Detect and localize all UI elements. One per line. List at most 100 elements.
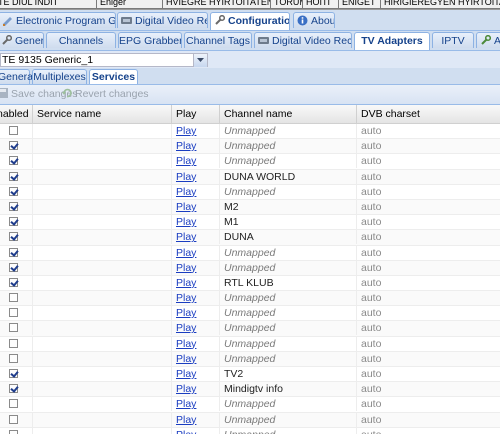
channel-name-cell[interactable]: Unmapped (220, 291, 357, 306)
tab-about[interactable]: About (293, 12, 335, 28)
dvb-charset-cell[interactable]: auto (357, 428, 500, 434)
service-name-cell[interactable] (33, 124, 172, 138)
tab-epg-grabber[interactable]: EPG Grabber (118, 32, 182, 48)
channel-name-cell[interactable]: Unmapped (220, 306, 357, 321)
play-link[interactable]: Play (176, 322, 196, 334)
service-name-cell[interactable] (33, 199, 172, 214)
column-header-enabled[interactable]: Enabled (0, 105, 33, 123)
column-header-dvb-charset[interactable]: DVB charset (357, 105, 500, 123)
enabled-checkbox[interactable] (9, 217, 18, 227)
table-row[interactable]: Play Unmappedauto (0, 291, 500, 307)
service-name-cell[interactable] (33, 215, 172, 230)
play-link[interactable]: Play (176, 307, 196, 319)
enabled-checkbox[interactable] (9, 156, 18, 166)
service-name-cell[interactable] (33, 427, 172, 434)
enabled-checkbox[interactable] (9, 338, 18, 348)
subtab-services[interactable]: Services (89, 69, 138, 84)
enabled-checkbox[interactable] (9, 353, 18, 363)
service-name-cell[interactable] (33, 412, 172, 427)
channel-name-cell[interactable]: Unmapped (220, 245, 357, 260)
tab-general[interactable]: General (0, 32, 44, 48)
enabled-checkbox[interactable] (9, 399, 18, 409)
service-name-cell[interactable] (33, 367, 172, 381)
play-link[interactable]: Play (176, 338, 196, 350)
table-row[interactable]: Play Mindigtv info auto (0, 382, 500, 398)
enabled-checkbox[interactable] (9, 293, 18, 303)
tab-config-dvr[interactable]: Digital Video Recorder (254, 32, 352, 48)
channel-name-cell[interactable]: Unmapped (220, 336, 357, 351)
dropdown-trigger[interactable] (193, 54, 207, 67)
dvb-charset-cell[interactable]: auto (357, 215, 500, 229)
channel-name-cell[interactable]: Unmapped (220, 139, 357, 154)
play-link[interactable]: Play (176, 247, 196, 259)
channel-name-cell[interactable]: Unmapped (220, 412, 357, 427)
table-row[interactable]: Play Unmappedauto (0, 245, 500, 261)
channel-name-cell[interactable]: TV2 (220, 367, 357, 381)
dvb-charset-cell[interactable]: auto (357, 397, 500, 411)
tab-channel-tags[interactable]: Channel Tags (184, 32, 252, 48)
play-link[interactable]: Play (176, 277, 196, 289)
service-name-cell[interactable] (33, 336, 172, 351)
service-name-cell[interactable] (33, 184, 172, 199)
play-link[interactable]: Play (176, 398, 196, 410)
channel-name-cell[interactable]: M1 (220, 215, 357, 230)
service-name-cell[interactable] (33, 291, 172, 306)
table-row[interactable]: Play TV2 auto (0, 367, 500, 383)
dvb-charset-cell[interactable]: auto (357, 306, 500, 320)
service-name-cell[interactable] (33, 154, 172, 169)
table-row[interactable]: Play Unmappedauto (0, 124, 500, 140)
dvb-charset-cell[interactable]: auto (357, 276, 500, 290)
table-row[interactable]: Play Unmappedauto (0, 351, 500, 367)
tab-configuration[interactable]: Configuration (210, 12, 290, 30)
dvb-charset-cell[interactable]: auto (357, 200, 500, 214)
enabled-checkbox[interactable] (9, 384, 18, 394)
enabled-checkbox[interactable] (9, 201, 18, 211)
table-row[interactable]: Play Unmappedauto (0, 427, 500, 434)
table-row[interactable]: Play Unmappedauto (0, 260, 500, 276)
tab-channels[interactable]: Channels (46, 32, 116, 48)
channel-name-cell[interactable]: Unmapped (220, 260, 357, 275)
dvb-charset-cell[interactable]: auto (357, 246, 500, 260)
revert-changes-button[interactable]: Revert changes (62, 88, 149, 101)
service-name-cell[interactable] (33, 321, 172, 336)
play-link[interactable]: Play (176, 292, 196, 304)
enabled-checkbox[interactable] (9, 429, 18, 434)
enabled-checkbox[interactable] (9, 247, 18, 257)
tab-tv-adapters[interactable]: TV Adapters (354, 32, 430, 50)
channel-name-cell[interactable]: Unmapped (220, 154, 357, 169)
enabled-checkbox[interactable] (9, 277, 18, 287)
service-name-cell[interactable] (33, 139, 172, 154)
service-name-cell[interactable] (33, 275, 172, 290)
table-row[interactable]: Play Unmappedauto (0, 184, 500, 200)
enabled-checkbox[interactable] (9, 186, 18, 196)
enabled-checkbox[interactable] (9, 308, 18, 318)
adapter-select[interactable]: TE 9135 Generic_1 (0, 53, 208, 67)
dvb-charset-cell[interactable]: auto (357, 291, 500, 305)
play-link[interactable]: Play (176, 140, 196, 152)
service-name-cell[interactable] (33, 169, 172, 184)
dvb-charset-cell[interactable]: auto (357, 367, 500, 381)
tab-iptv[interactable]: IPTV (432, 32, 474, 48)
enabled-checkbox[interactable] (9, 414, 18, 424)
enabled-checkbox[interactable] (9, 262, 18, 272)
service-name-cell[interactable] (33, 245, 172, 260)
play-link[interactable]: Play (176, 368, 196, 380)
table-row[interactable]: Play Unmappedauto (0, 397, 500, 413)
channel-name-cell[interactable]: Unmapped (220, 397, 357, 412)
table-row[interactable]: Play DUNA WORLD auto (0, 169, 500, 185)
dvb-charset-cell[interactable]: auto (357, 337, 500, 351)
play-link[interactable]: Play (176, 414, 196, 426)
table-row[interactable]: Play Unmappedauto (0, 306, 500, 322)
enabled-checkbox[interactable] (9, 171, 18, 181)
dvb-charset-cell[interactable]: auto (357, 139, 500, 153)
dvb-charset-cell[interactable]: auto (357, 413, 500, 427)
subtab-multiplexes[interactable]: Multiplexes (32, 69, 87, 84)
table-row[interactable]: Play Unmappedauto (0, 154, 500, 170)
enabled-checkbox[interactable] (9, 126, 18, 135)
enabled-checkbox[interactable] (9, 141, 18, 151)
column-header-play[interactable]: Play (172, 105, 220, 123)
play-link[interactable]: Play (176, 216, 196, 228)
table-row[interactable]: Play M2 auto (0, 199, 500, 216)
column-header-channel-name[interactable]: Channel name (220, 105, 357, 123)
table-row[interactable]: Play Unmappedauto (0, 412, 500, 428)
